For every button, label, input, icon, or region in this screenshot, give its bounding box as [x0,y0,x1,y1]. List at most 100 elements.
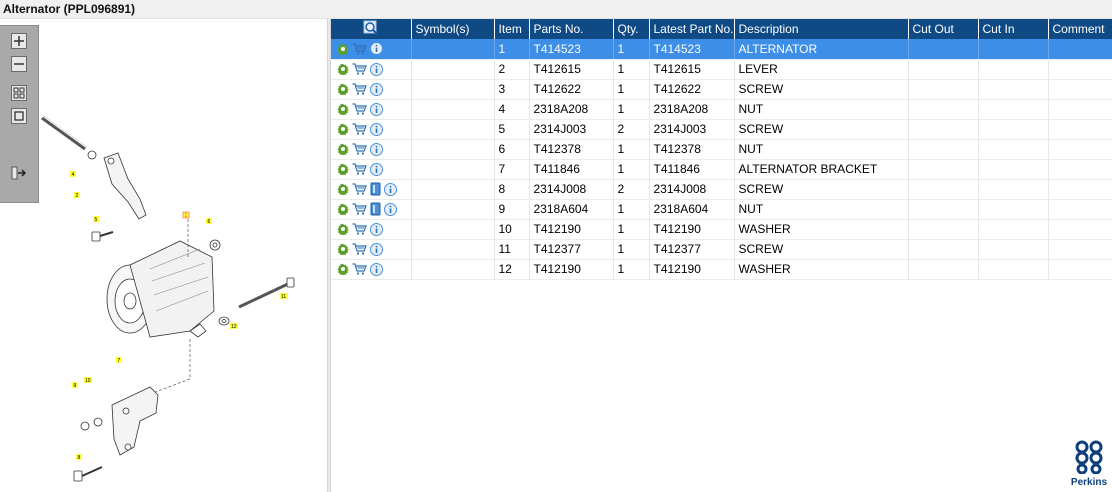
table-row[interactable]: 9 2318A604 1 2318A604 NUT [331,199,1112,220]
cell-cut-out [908,119,979,140]
cell-cut-in [978,39,1049,60]
info-icon[interactable] [370,42,383,56]
cell-item: 3 [494,79,530,100]
exploded-parts-diagram: 1 2 4 5 6 7 8 9 10 11 12 [41,115,295,482]
gear-icon[interactable] [337,143,349,155]
cell-qty: 1 [613,59,650,80]
table-row[interactable]: 5 2314J003 2 2314J003 SCREW [331,119,1112,140]
add-to-cart-icon[interactable] [352,183,367,195]
info-icon[interactable] [370,142,383,156]
column-description[interactable]: Description [734,19,909,39]
gear-icon[interactable] [337,123,349,135]
cell-latest: T412615 [649,59,735,80]
cell-cut-out [908,239,979,260]
info-icon[interactable] [370,262,383,276]
add-to-cart-icon[interactable] [352,243,367,255]
svg-text:6: 6 [208,219,211,225]
gear-icon[interactable] [337,183,349,195]
column-actions[interactable] [331,19,412,39]
gear-icon[interactable] [337,243,349,255]
column-qty[interactable]: Qty. [613,19,650,39]
gear-icon[interactable] [337,63,349,75]
cell-symbols [411,199,495,220]
add-to-cart-icon[interactable] [352,103,367,115]
gear-icon[interactable] [337,43,349,55]
gear-icon[interactable] [337,83,349,95]
svg-text:4: 4 [72,172,75,178]
column-symbols[interactable]: Symbol(s) [411,19,495,39]
cell-symbols [411,159,495,180]
info-icon[interactable] [370,102,383,116]
info-icon[interactable] [370,122,383,136]
cell-symbols [411,39,495,60]
diagram-pane[interactable]: 1 2 4 5 6 7 8 9 10 11 12 [0,19,327,492]
cell-cut-out [908,59,979,80]
add-to-cart-icon[interactable] [352,263,367,275]
add-to-cart-icon[interactable] [352,163,367,175]
gear-icon[interactable] [337,263,349,275]
row-actions [331,199,412,220]
cell-qty: 1 [613,199,650,220]
row-actions [331,159,412,180]
info-icon[interactable] [384,182,397,196]
info-icon[interactable] [370,242,383,256]
info-icon[interactable] [370,222,383,236]
add-to-cart-icon[interactable] [352,83,367,95]
add-to-cart-icon[interactable] [352,203,367,215]
manual-book-icon[interactable] [370,202,381,216]
search-parts-icon[interactable] [363,20,379,36]
gear-icon[interactable] [337,203,349,215]
column-cut-in[interactable]: Cut In [978,19,1049,39]
cell-cut-in [978,99,1049,120]
column-latest-part-no[interactable]: Latest Part No. [649,19,735,39]
gear-icon[interactable] [337,103,349,115]
info-icon[interactable] [370,162,383,176]
table-row[interactable]: 6 T412378 1 T412378 NUT [331,139,1112,160]
cell-symbols [411,139,495,160]
cell-cut-out [908,139,979,160]
cell-symbols [411,99,495,120]
cell-qty: 1 [613,219,650,240]
cell-symbols [411,179,495,200]
table-row[interactable]: 12 T412190 1 T412190 WASHER [331,259,1112,280]
cell-latest: T414523 [649,39,735,60]
add-to-cart-icon[interactable] [352,43,367,55]
table-row[interactable]: 10 T412190 1 T412190 WASHER [331,219,1112,240]
column-comment[interactable]: Comment [1048,19,1112,39]
table-row[interactable]: 4 2318A208 1 2318A208 NUT [331,99,1112,120]
row-actions [331,59,412,80]
table-row[interactable]: 11 T412377 1 T412377 SCREW [331,239,1112,260]
window-title: Alternator (PPL096891) [0,0,1112,19]
manual-book-icon[interactable] [370,182,381,196]
info-icon[interactable] [370,62,383,76]
info-icon[interactable] [370,82,383,96]
cell-item: 11 [494,239,530,260]
add-to-cart-icon[interactable] [352,223,367,235]
cell-cut-out [908,39,979,60]
cell-parts-no: T412190 [529,219,614,240]
table-row[interactable]: 1 T414523 1 T414523 ALTERNATOR [331,39,1112,60]
cell-cut-in [978,179,1049,200]
info-icon[interactable] [384,202,397,216]
table-row[interactable]: 2 T412615 1 T412615 LEVER [331,59,1112,80]
cell-comment [1048,159,1112,180]
svg-text:12: 12 [231,324,237,330]
cell-description: SCREW [734,239,909,260]
add-to-cart-icon[interactable] [352,143,367,155]
cell-cut-in [978,159,1049,180]
gear-icon[interactable] [337,163,349,175]
cell-cut-out [908,159,979,180]
column-cut-out[interactable]: Cut Out [908,19,979,39]
gear-icon[interactable] [337,223,349,235]
table-row[interactable]: 8 2314J008 2 2314J008 SCREW [331,179,1112,200]
column-item[interactable]: Item [494,19,530,39]
cell-comment [1048,259,1112,280]
cell-cut-in [978,219,1049,240]
table-row[interactable]: 7 T411846 1 T411846 ALTERNATOR BRACKET [331,159,1112,180]
cell-latest: 2314J008 [649,179,735,200]
column-parts-no[interactable]: Parts No. [529,19,614,39]
table-row[interactable]: 3 T412622 1 T412622 SCREW [331,79,1112,100]
add-to-cart-icon[interactable] [352,123,367,135]
add-to-cart-icon[interactable] [352,63,367,75]
cell-latest: T412377 [649,239,735,260]
